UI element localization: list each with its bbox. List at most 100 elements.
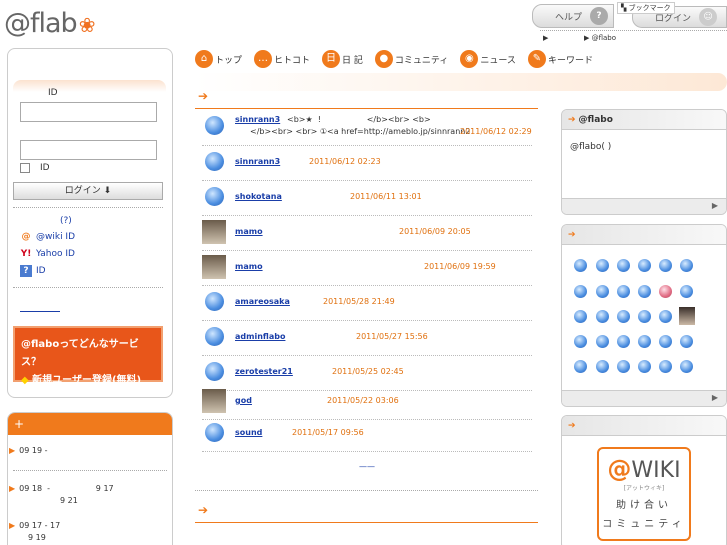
feed-user-link[interactable]: god (235, 396, 252, 405)
member-avatar[interactable] (680, 259, 693, 272)
register-link[interactable] (20, 311, 60, 312)
provider-label[interactable]: ID (36, 266, 46, 276)
feed-user-link[interactable]: sound (235, 428, 262, 437)
member-avatar[interactable] (617, 335, 630, 348)
feed-user-link[interactable]: mamo (235, 227, 263, 236)
member-avatar[interactable] (638, 285, 651, 298)
feed-user-link[interactable]: sinnrann3 (235, 115, 280, 124)
avatar[interactable] (205, 327, 224, 346)
member-avatar[interactable] (638, 259, 651, 272)
member-avatar[interactable] (680, 285, 693, 298)
member-avatar[interactable] (596, 259, 609, 272)
avatar[interactable] (205, 362, 224, 381)
feed-row[interactable]: sinnrann3 <b>★ ! </b><br> <b> </b><br> <… (202, 110, 532, 146)
member-avatar[interactable] (680, 360, 693, 373)
password-input[interactable] (20, 140, 157, 160)
member-avatar[interactable] (574, 335, 587, 348)
feed-user-link[interactable]: mamo (235, 262, 263, 271)
nav-hitokoto[interactable]: … ヒトコト (254, 50, 310, 68)
avatar[interactable] (205, 116, 224, 135)
feed-row[interactable]: sound 2011/05/17 09:56 (202, 417, 532, 452)
member-avatar[interactable] (617, 360, 630, 373)
member-avatar[interactable] (617, 310, 630, 323)
member-avatar[interactable] (617, 285, 630, 298)
feed-row[interactable]: god 2011/05/22 03:06 (202, 385, 532, 420)
atwiki-logo: @WIKI (599, 455, 689, 483)
next-arrow-icon[interactable]: ▶ (712, 201, 718, 210)
member-avatar[interactable] (617, 259, 630, 272)
avatar[interactable] (205, 187, 224, 206)
nav-news[interactable]: ◉ ニュース (460, 50, 516, 68)
member-avatar[interactable] (574, 285, 587, 298)
calendar-item-text: 09 19 - (19, 446, 48, 455)
feed-time: 2011/06/12 02:23 (309, 157, 381, 166)
panel-footer[interactable]: ▶ (562, 198, 726, 214)
feed-row[interactable]: shokotana 2011/06/11 13:01 (202, 181, 532, 216)
nav-top[interactable]: ⌂ トップ (195, 50, 242, 68)
news-icon: ◉ (460, 50, 479, 68)
feed-user-link[interactable]: adminflabo (235, 332, 285, 341)
feed-row[interactable]: sinnrann3 2011/06/12 02:23 (202, 146, 532, 181)
nav-keyword[interactable]: ✎ キーワード (527, 50, 593, 68)
save-id-checkbox[interactable] (20, 163, 30, 173)
site-logo[interactable]: @flab ❀ (4, 8, 95, 39)
provider-wiki[interactable]: @ @wiki ID (20, 231, 76, 243)
panel-footer[interactable]: ▶ (562, 390, 726, 406)
provider-label[interactable]: @wiki ID (36, 232, 75, 242)
beginner-icon: ◆ (21, 375, 33, 386)
help-link[interactable]: (?) (60, 216, 72, 226)
member-avatar[interactable] (659, 285, 672, 298)
feed-row[interactable]: amareosaka 2011/05/28 21:49 (202, 286, 532, 321)
feed-row[interactable]: mamo 2011/06/09 19:59 (202, 251, 532, 286)
member-avatar[interactable] (659, 360, 672, 373)
member-avatar[interactable] (574, 310, 587, 323)
provider-other[interactable]: ? ID (20, 265, 46, 277)
avatar-photo[interactable] (202, 220, 226, 244)
member-avatar[interactable] (596, 285, 609, 298)
calendar-item[interactable]: ▶ 09 19 - (9, 446, 48, 455)
member-avatar[interactable] (659, 259, 672, 272)
feed-row[interactable]: adminflabo 2011/05/27 15:56 (202, 321, 532, 356)
avatar[interactable] (205, 423, 224, 442)
feed-user-link[interactable]: zerotester21 (235, 367, 293, 376)
member-avatar[interactable] (659, 335, 672, 348)
feed-time: 2011/06/09 19:59 (424, 262, 496, 271)
member-avatar[interactable] (659, 310, 672, 323)
breadcrumb[interactable]: ▶ @flabo (584, 34, 616, 42)
member-avatar[interactable] (680, 335, 693, 348)
member-avatar[interactable] (596, 360, 609, 373)
more-link[interactable]: —— (359, 462, 375, 471)
atwiki-banner[interactable]: @WIKI [アットウィキ] 助け合い コミュニティ (597, 447, 691, 541)
feed-user-link[interactable]: sinnrann3 (235, 157, 280, 166)
nav-diary[interactable]: 日日 記 (322, 50, 363, 68)
member-avatar[interactable] (596, 310, 609, 323)
member-avatar[interactable] (596, 335, 609, 348)
avatar-photo[interactable] (202, 389, 226, 413)
member-avatar[interactable] (638, 310, 651, 323)
member-avatar[interactable] (574, 360, 587, 373)
member-avatar[interactable] (638, 335, 651, 348)
bookmark-bar[interactable]: ▚ ブックマーク (617, 2, 675, 14)
calendar-item[interactable]: ▶ 09 17 - 17 (9, 521, 60, 530)
calendar-item[interactable]: ▶ 09 18 - 9 17 (9, 484, 114, 493)
help-button[interactable]: ヘルプ ? (532, 4, 614, 28)
member-avatar-photo[interactable] (679, 307, 695, 325)
member-avatar[interactable] (638, 360, 651, 373)
avatar[interactable] (205, 292, 224, 311)
avatar[interactable] (205, 152, 224, 171)
feed-row[interactable]: mamo 2011/06/09 20:05 (202, 216, 532, 251)
login-button[interactable]: ログイン ⬇ (13, 182, 163, 200)
id-input[interactable] (20, 102, 157, 122)
nav-community[interactable]: ● コミュニティ (374, 50, 448, 68)
promo-banner[interactable]: @flaboってどんなサービス？ ◆ 新規ユーザー登録(無料) (13, 326, 163, 386)
calendar-item-sub: 9 21 (60, 496, 78, 505)
provider-label[interactable]: Yahoo ID (36, 249, 75, 259)
flabo-info-panel: ➔ @flabo @flabo( ) ▶ (561, 109, 727, 215)
next-arrow-icon[interactable]: ▶ (712, 393, 718, 402)
feed-user-link[interactable]: amareosaka (235, 297, 290, 306)
member-avatar[interactable] (574, 259, 587, 272)
avatar-photo[interactable] (202, 255, 226, 279)
plus-icon: + (14, 417, 25, 431)
provider-yahoo[interactable]: Y! Yahoo ID (20, 248, 75, 260)
feed-user-link[interactable]: shokotana (235, 192, 282, 201)
